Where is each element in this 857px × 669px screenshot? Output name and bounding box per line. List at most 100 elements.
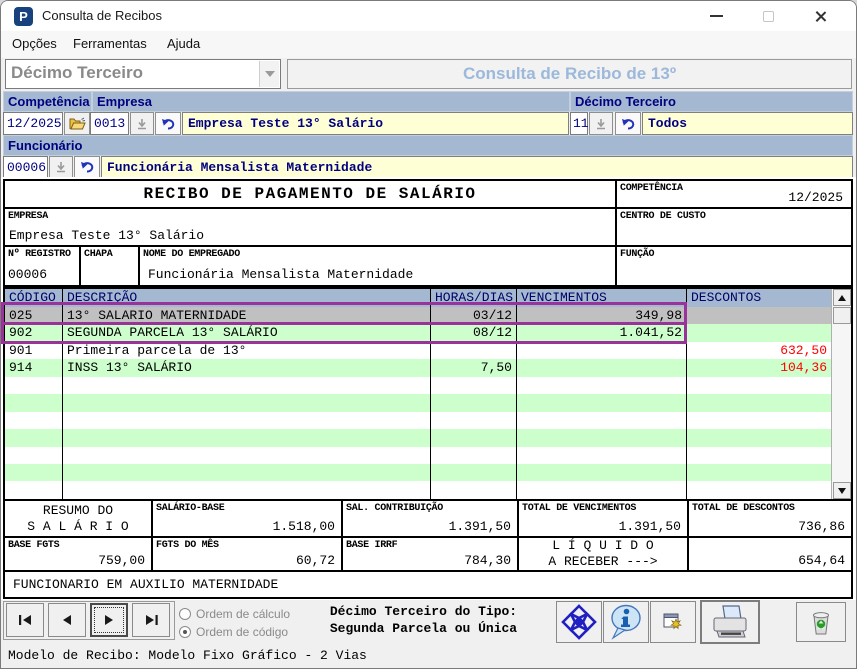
close-button[interactable] [798, 3, 842, 29]
empresa-lookup-button[interactable] [130, 112, 154, 135]
total-descontos-box: TOTAL DE DESCONTOS 736,86 [687, 499, 853, 538]
cell-descricao: Primeira parcela de 13° [63, 342, 431, 359]
receipt-type-value: Décimo Terceiro [11, 63, 143, 83]
ordem-codigo-label: Ordem de código [196, 625, 288, 639]
cell-descricao: INSS 13° SALÁRIO [63, 359, 431, 376]
funcionario-lookup-button[interactable] [49, 156, 73, 178]
decimo-lookup-button[interactable] [589, 112, 613, 135]
delete-button[interactable] [796, 602, 846, 642]
receipt-competencia-value: 12/2025 [788, 190, 843, 205]
receipt-empresa-label: EMPRESA [8, 211, 48, 222]
vertical-scrollbar[interactable] [831, 289, 851, 499]
cell-vencimentos: 349,98 [517, 307, 687, 324]
menu-ajuda[interactable]: Ajuda [167, 36, 200, 51]
funcionario-header: Funcionário [3, 135, 853, 156]
cell-horas-dias: 03/12 [431, 307, 517, 324]
window-gear-icon [662, 611, 684, 633]
funcionario-name-field[interactable]: Funcionária Mensalista Maternidade [101, 156, 853, 178]
base-fgts-value: 759,00 [98, 553, 145, 568]
receipt-type-dropdown-button[interactable] [259, 61, 279, 87]
status-bar-text: Modelo de Recibo: Modelo Fixo Gráfico - … [8, 648, 367, 663]
table-row[interactable]: 901 Primeira parcela de 13° 632,50 [5, 342, 851, 359]
base-irrf-value: 784,30 [464, 553, 511, 568]
decimo-terceiro-header: Décimo Terceiro [570, 91, 853, 112]
liquido-value-box: 654,64 [687, 536, 853, 572]
scroll-up-button[interactable] [833, 289, 851, 306]
table-row[interactable]: 914 INSS 13° SALÁRIO 7,50 104,36 [5, 359, 851, 376]
empresa-code-input[interactable]: 0013 [90, 112, 129, 135]
table-row-empty[interactable] [5, 481, 851, 498]
col-header-descricao[interactable]: DESCRIÇÃO [63, 289, 431, 307]
recalculate-icon [561, 604, 597, 640]
empresa-undo-button[interactable] [155, 112, 181, 135]
receipt-centro-custo-label: CENTRO DE CUSTO [620, 211, 706, 222]
table-row-empty[interactable] [5, 394, 851, 411]
col-header-descontos[interactable]: DESCONTOS [687, 289, 831, 307]
printer-icon [709, 604, 751, 640]
receipt-empresa-box: EMPRESA Empresa Teste 13° Salário [3, 207, 617, 247]
radio-circle-icon [179, 608, 191, 620]
funcionario-code-input[interactable]: 00006 [3, 156, 48, 178]
receipt-registro-box: Nº REGISTRO 00006 [3, 245, 81, 287]
receipt-title: RECIBO DE PAGAMENTO DE SALÁRIO [3, 179, 617, 209]
receipt-competencia-box: COMPETÊNCIA 12/2025 [615, 179, 853, 209]
fgts-mes-box: FGTS DO MÊS 60,72 [151, 536, 343, 572]
table-row[interactable]: 902 SEGUNDA PARCELA 13° SALÁRIO 08/12 1.… [5, 324, 851, 341]
first-record-button[interactable] [6, 603, 44, 637]
minimize-icon [710, 15, 723, 17]
cell-vencimentos [517, 359, 687, 376]
last-record-button[interactable] [132, 603, 170, 637]
tipo-line1: Décimo Terceiro do Tipo: [296, 603, 551, 620]
recycle-bin-icon [809, 609, 833, 636]
table-row[interactable]: 025 13° SALARIO MATERNIDADE 03/12 349,98 [5, 307, 851, 324]
receipt-chapa-box: CHAPA [79, 245, 140, 287]
menu-opcoes[interactable]: Opções [12, 36, 57, 51]
next-record-button[interactable] [90, 603, 128, 637]
table-row-empty[interactable] [5, 447, 851, 464]
calculation-settings-button[interactable] [650, 601, 696, 643]
open-folder-button[interactable] [64, 112, 90, 135]
decimo-undo-button[interactable] [615, 112, 641, 135]
undo-icon [80, 161, 95, 173]
cell-descricao: 13° SALARIO MATERNIDADE [63, 307, 431, 324]
table-row-empty[interactable] [5, 412, 851, 429]
salario-base-value: 1.518,00 [273, 519, 335, 534]
receipt-chapa-label: CHAPA [84, 249, 113, 260]
cell-descontos: 104,36 [687, 359, 831, 376]
ordem-calculo-radio[interactable]: Ordem de cálculo [179, 607, 290, 621]
col-header-vencimentos[interactable]: VENCIMENTOS [517, 289, 687, 307]
info-button[interactable] [603, 601, 649, 643]
funcionario-undo-button[interactable] [74, 156, 100, 178]
ordem-codigo-radio[interactable]: Ordem de código [179, 625, 288, 639]
items-table: CÓDIGO DESCRIÇÃO HORAS/DIAS VENCIMENTOS … [3, 287, 853, 501]
chevron-down-icon [265, 71, 275, 77]
col-header-codigo[interactable]: CÓDIGO [5, 289, 63, 307]
liquido-label-line2: A RECEBER ---> [548, 554, 657, 570]
scrollbar-thumb[interactable] [833, 307, 851, 324]
menu-ferramentas[interactable]: Ferramentas [73, 36, 147, 51]
table-row-empty[interactable] [5, 429, 851, 446]
table-row-empty[interactable] [5, 464, 851, 481]
table-row-empty[interactable] [5, 377, 851, 394]
table-header-row: CÓDIGO DESCRIÇÃO HORAS/DIAS VENCIMENTOS … [5, 289, 851, 307]
minimize-button[interactable] [694, 3, 738, 29]
base-irrf-label: BASE IRRF [346, 540, 397, 551]
salario-base-box: SALÁRIO-BASE 1.518,00 [151, 499, 343, 538]
col-header-horas-dias[interactable]: HORAS/DIAS [431, 289, 517, 307]
maximize-button[interactable] [746, 3, 790, 29]
competencia-input[interactable]: 12/2025 [3, 112, 63, 135]
liquido-value: 654,64 [798, 553, 845, 568]
recalculate-button[interactable] [556, 601, 602, 643]
empresa-name-field[interactable]: Empresa Teste 13° Salário [182, 112, 569, 135]
empresa-header: Empresa [92, 91, 570, 112]
print-button[interactable] [700, 600, 760, 644]
cell-codigo: 914 [5, 359, 63, 376]
radio-circle-selected-icon [179, 626, 191, 638]
resumo-line1: RESUMO DO [43, 503, 113, 519]
previous-record-button[interactable] [48, 603, 86, 637]
decimo-code-input[interactable]: 11 [570, 112, 588, 135]
receipt-registro-label: Nº REGISTRO [8, 249, 71, 260]
app-icon: P [14, 7, 33, 26]
scroll-down-button[interactable] [833, 482, 851, 499]
decimo-value-field[interactable]: Todos [642, 112, 853, 135]
